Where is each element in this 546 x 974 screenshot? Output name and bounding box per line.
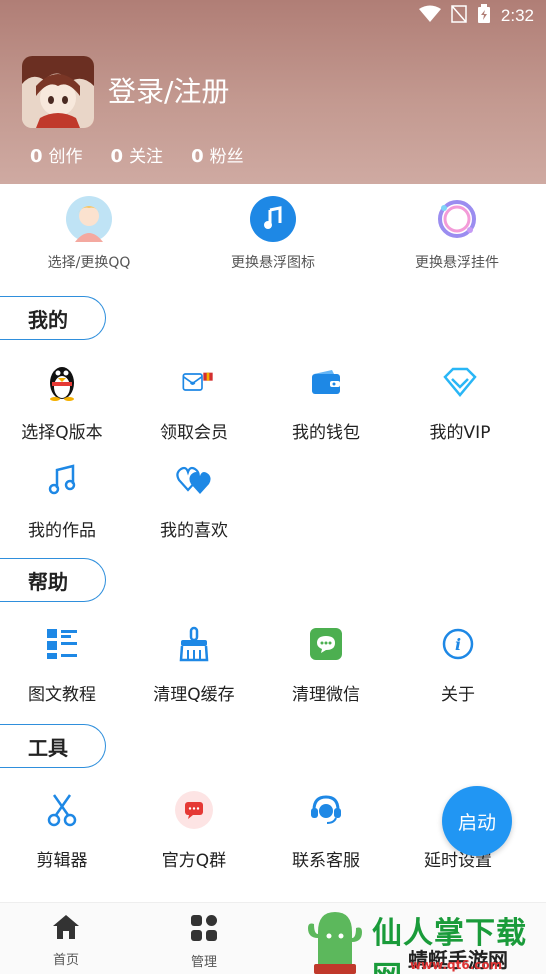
select-q-version-button[interactable]: 选择Q版本 [0,362,124,443]
clear-wechat-button[interactable]: 清理微信 [264,624,388,705]
contact-support-button[interactable]: 联系客服 [264,790,388,871]
scissors-icon [42,790,82,830]
diamond-icon [440,362,480,402]
section-title-mine: 我的 [0,296,106,340]
profile-header: 2:32 登录/注册 0 创作 0 关注 0 粉丝 [0,0,546,184]
battery-charging-icon [477,4,491,28]
nav-home[interactable]: 首页 [26,913,106,968]
change-float-icon-button[interactable]: 更换悬浮图标 [198,196,348,272]
grid-icon [164,913,244,947]
info-icon: i [438,624,478,664]
home-icon [26,913,106,945]
music-note-icon [250,196,296,242]
wechat-icon [306,624,346,664]
profile-stats: 0 创作 0 关注 0 粉丝 [30,142,244,167]
section-title-help: 帮助 [0,558,106,602]
change-float-pendant-button[interactable]: 更换悬浮挂件 [382,196,532,272]
chat-bubble-icon [174,790,214,830]
my-vip-button[interactable]: 我的VIP [398,362,522,443]
svg-text:i: i [455,635,461,654]
wifi-icon [418,5,441,27]
headset-icon [306,790,346,830]
watermark: 仙人掌下载网 蜻蜓手游网 www.qt6.com [300,904,546,974]
status-time: 2:32 [500,6,534,25]
launch-fab-button[interactable]: 启动 [442,786,512,856]
my-works-button[interactable]: 我的作品 [0,460,124,541]
status-bar: 2:32 [0,0,546,30]
hearts-icon [174,460,214,500]
claim-membership-button[interactable]: 领取会员 [132,362,256,443]
cactus-logo-icon [304,908,366,974]
gift-mail-icon [174,362,214,402]
penguin-icon [42,362,82,402]
login-register-link[interactable]: 登录/注册 [108,70,229,110]
list-icon [42,624,82,664]
stat-works[interactable]: 0 创作 [30,142,83,167]
about-button[interactable]: i 关于 [396,624,520,705]
nav-manage[interactable]: 管理 [164,913,244,970]
tutorial-button[interactable]: 图文教程 [0,624,124,705]
section-title-tools: 工具 [0,724,106,768]
quick-actions: 选择/更换QQ 更换悬浮图标 更换悬浮挂件 [0,196,546,276]
avatar[interactable] [22,56,94,128]
music-icon [42,460,82,500]
official-q-group-button[interactable]: 官方Q群 [132,790,256,871]
wallet-icon [306,362,346,402]
signal-off-icon [451,5,467,27]
select-qq-button[interactable]: 选择/更换QQ [14,196,164,272]
broom-icon [174,624,214,664]
stat-fans[interactable]: 0 粉丝 [191,142,244,167]
pendant-icon [434,196,480,242]
my-likes-button[interactable]: 我的喜欢 [132,460,256,541]
qq-avatar-icon [66,196,112,242]
my-wallet-button[interactable]: 我的钱包 [264,362,388,443]
stat-following[interactable]: 0 关注 [111,142,164,167]
editor-button[interactable]: 剪辑器 [0,790,124,871]
clear-q-cache-button[interactable]: 清理Q缓存 [132,624,256,705]
